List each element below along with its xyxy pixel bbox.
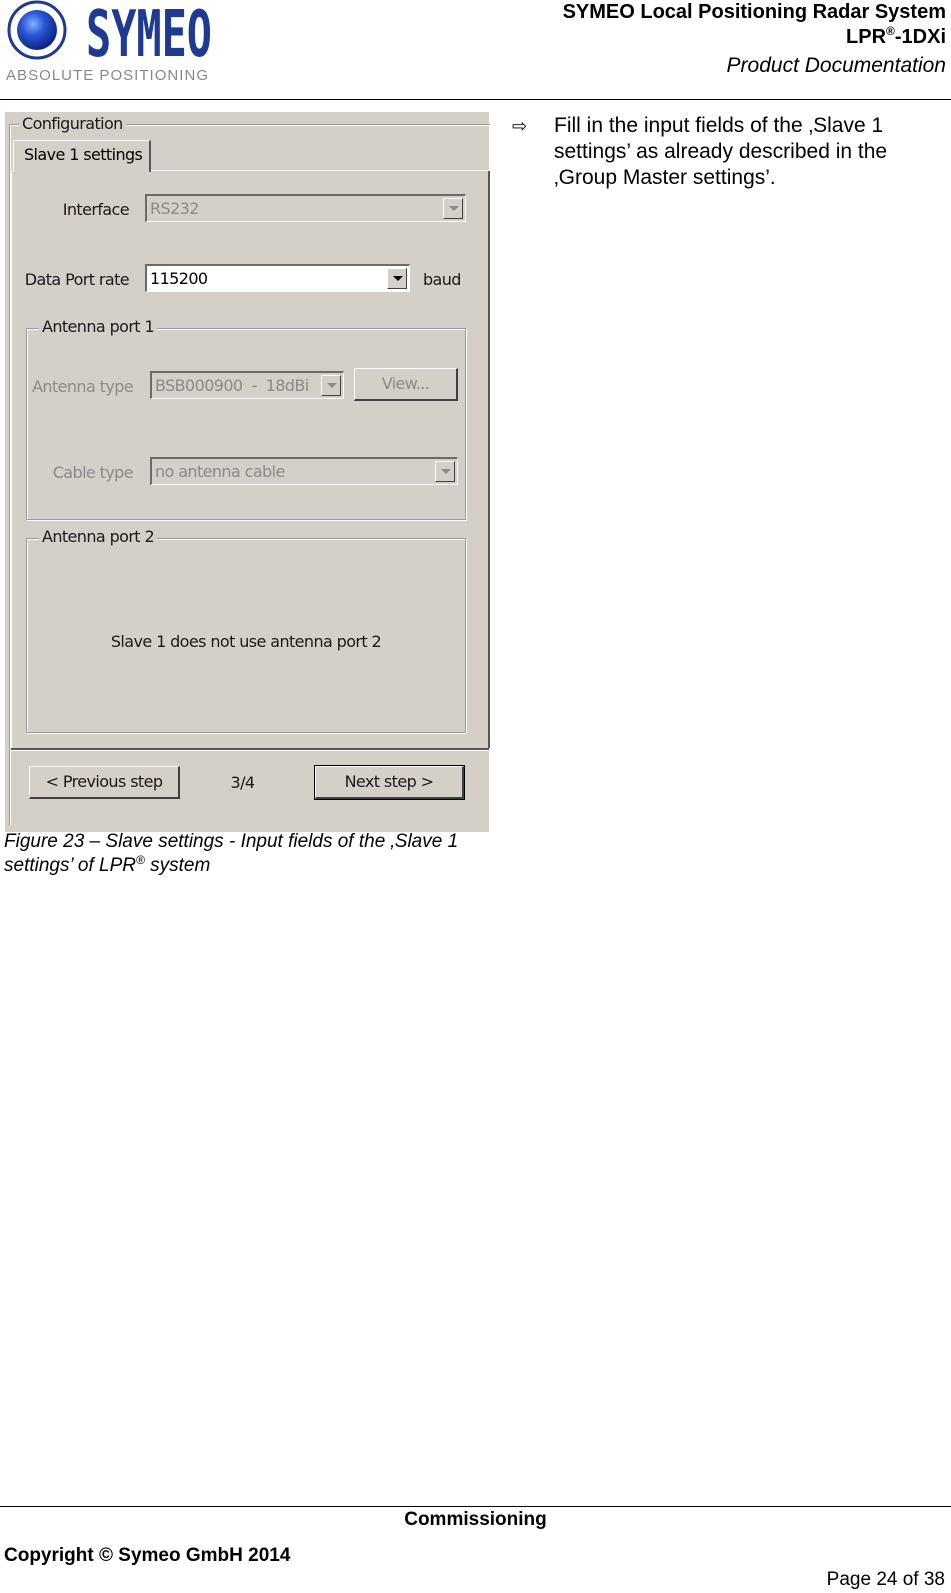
data-port-rate-select[interactable]: 115200 bbox=[145, 264, 410, 292]
antenna-port-1-title: Antenna port 1 bbox=[39, 317, 158, 336]
cable-type-value: no antenna cable bbox=[155, 462, 285, 481]
right-arrow-outline-icon: ⇨ bbox=[512, 116, 528, 136]
cable-type-select[interactable]: no antenna cable bbox=[150, 457, 458, 485]
next-step-button[interactable]: Next step > bbox=[314, 765, 465, 800]
previous-step-button[interactable]: < Previous step bbox=[29, 766, 180, 799]
slave-settings-screenshot: Configuration Slave 1 settings Interface… bbox=[5, 112, 490, 832]
interface-select[interactable]: RS232 bbox=[145, 194, 466, 222]
header-divider bbox=[0, 99, 951, 100]
logo-brand: SYMEO bbox=[86, 0, 212, 72]
antenna-port-1-group: Antenna port 1 bbox=[26, 317, 466, 520]
antenna-type-label: Antenna type bbox=[32, 377, 134, 396]
baud-unit-label: baud bbox=[423, 270, 461, 289]
dropdown-arrow-icon[interactable] bbox=[443, 198, 463, 219]
step-indicator: 3/4 bbox=[230, 773, 256, 792]
cable-type-label: Cable type bbox=[52, 463, 134, 482]
antenna-port-2-message: Slave 1 does not use antenna port 2 bbox=[110, 632, 382, 651]
interface-label: Interface bbox=[62, 200, 130, 219]
dropdown-arrow-icon[interactable] bbox=[387, 268, 407, 289]
interface-value: RS232 bbox=[150, 199, 199, 218]
figure-caption: Figure 23 – Slave settings - Input field… bbox=[4, 831, 459, 876]
dropdown-arrow-icon[interactable] bbox=[435, 461, 455, 482]
antenna-type-select[interactable]: BSB000900 - 18dBi bbox=[150, 371, 344, 399]
tab-slave-1-settings[interactable]: Slave 1 settings bbox=[13, 140, 151, 172]
tab-label: Slave 1 settings bbox=[24, 145, 143, 164]
view-antenna-button[interactable]: View... bbox=[354, 368, 458, 401]
configuration-title: Configuration bbox=[19, 114, 126, 133]
symeo-logo-icon: SYMEO ABSOLUTE POSITIONING bbox=[6, 0, 212, 84]
dropdown-arrow-icon[interactable] bbox=[321, 375, 341, 396]
antenna-type-value: BSB000900 - 18dBi bbox=[155, 376, 309, 395]
instruction-text: Fill in the input fields of the ‚Slave 1… bbox=[554, 114, 888, 189]
footer-copyright: Copyright © Symeo GmbH 2014 bbox=[4, 1545, 291, 1566]
product-name: LPR®-1DXi bbox=[846, 24, 946, 48]
data-port-rate-label: Data Port rate bbox=[24, 270, 130, 289]
data-port-rate-value: 115200 bbox=[150, 269, 208, 288]
document-header: SYMEO Local Positioning Radar System LPR… bbox=[563, 0, 946, 78]
symeo-logo: SYMEO ABSOLUTE POSITIONING bbox=[6, 0, 218, 86]
antenna-port-2-title: Antenna port 2 bbox=[39, 527, 158, 546]
footer-divider bbox=[0, 1506, 951, 1507]
logo-tagline: ABSOLUTE POSITIONING bbox=[6, 67, 208, 84]
nav-separator bbox=[11, 748, 489, 751]
doc-title: SYMEO Local Positioning Radar System bbox=[562, 1, 946, 23]
doc-subtitle: Product Documentation bbox=[726, 54, 946, 77]
page-number: Page 24 of 38 bbox=[826, 1569, 945, 1590]
footer-section: Commissioning bbox=[404, 1509, 547, 1530]
